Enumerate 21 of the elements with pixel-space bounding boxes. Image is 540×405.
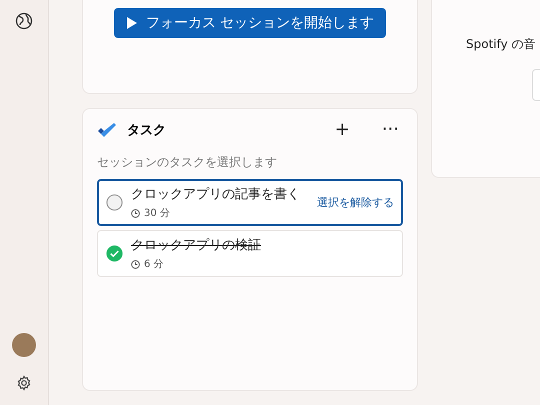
task-title: クロックアプリの検証 — [131, 237, 262, 254]
music-text: Spotify の音 — [466, 36, 537, 53]
globe-icon[interactable] — [15, 12, 33, 30]
checked-circle-icon[interactable] — [106, 245, 123, 262]
clock-icon — [131, 208, 140, 218]
checkmark-logo-icon — [97, 122, 117, 138]
tasks-hint: セッションのタスクを選択します — [97, 154, 278, 171]
task-duration: 30 分 — [144, 207, 170, 220]
tasks-title: タスク — [127, 122, 167, 138]
clock-icon — [131, 260, 140, 268]
task-duration: 6 分 — [144, 258, 164, 271]
task-item[interactable]: クロックアプリの検証 6 分 — [97, 230, 403, 277]
avatar[interactable] — [12, 333, 36, 357]
settings-icon[interactable] — [16, 375, 32, 391]
deselect-link[interactable]: 選択を解除する — [317, 195, 394, 210]
play-icon — [126, 16, 138, 30]
add-button[interactable]: + — [330, 119, 354, 140]
more-button[interactable]: ··· — [378, 119, 403, 140]
checkbox-circle-icon[interactable] — [106, 194, 123, 211]
start-session-button[interactable]: フォーカス セッションを開始します — [114, 8, 386, 38]
task-title: クロックアプリの記事を書く — [131, 186, 301, 203]
